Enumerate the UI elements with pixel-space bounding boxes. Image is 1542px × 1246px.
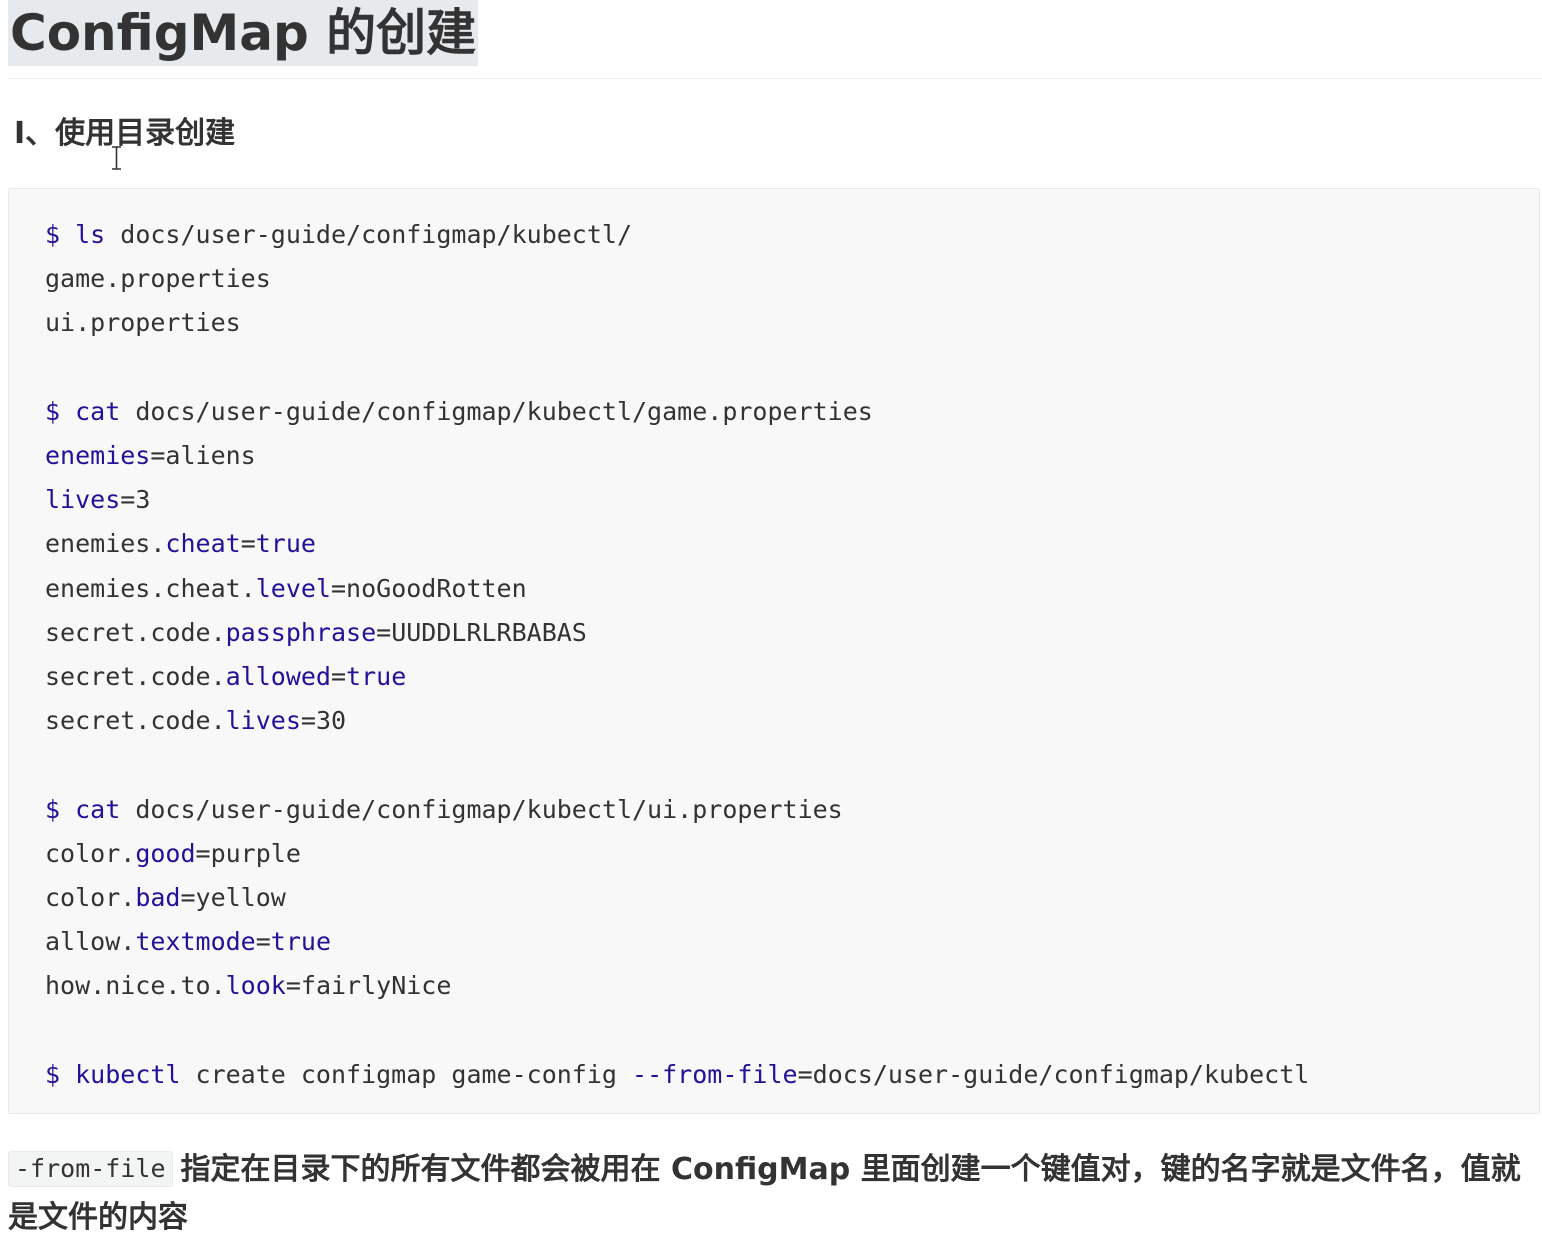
code-token: color. bbox=[45, 838, 136, 868]
code-token-keyword: textmode bbox=[135, 927, 256, 957]
text-cursor-icon bbox=[112, 146, 121, 170]
code-token: =3 bbox=[120, 485, 151, 515]
code-token: ui.properties bbox=[45, 308, 241, 338]
document-page: ConfigMap 的创建 I、使用目录创建 $ ls docs/user-gu… bbox=[0, 0, 1542, 1246]
code-token: allow. bbox=[45, 927, 136, 957]
code-token-keyword: cat bbox=[75, 396, 121, 426]
code-line: color.bad=yellow bbox=[45, 876, 286, 920]
code-token: = bbox=[150, 441, 166, 470]
code-token-keyword: true bbox=[346, 662, 407, 691]
code-line: enemies.cheat.level=noGoodRotten bbox=[45, 567, 527, 611]
code-token: =UUDDLRLRBABAS bbox=[376, 617, 587, 647]
code-token-keyword: ls bbox=[75, 220, 106, 249]
code-token: = bbox=[240, 529, 256, 559]
code-line: $ ls docs/user-guide/configmap/kubectl/ bbox=[45, 213, 632, 257]
code-line: lives=3 bbox=[45, 478, 150, 522]
code-token: =30 bbox=[300, 706, 347, 736]
code-token: =fairlyNice bbox=[285, 971, 452, 1001]
code-line: $ kubectl create configmap game-config -… bbox=[45, 1053, 1309, 1097]
description-text: 指定在目录下的所有文件都会被用在 ConfigMap 里面创建一个键值对，键的名… bbox=[8, 1152, 1521, 1235]
section-heading: I、使用目录创建 bbox=[14, 116, 236, 151]
code-token: = bbox=[255, 927, 271, 957]
code-line: enemies.cheat=true bbox=[45, 522, 316, 566]
code-token-keyword: true bbox=[270, 927, 332, 957]
code-line: how.nice.to.look=fairlyNice bbox=[45, 964, 451, 1008]
description-paragraph: -from-file 指定在目录下的所有文件都会被用在 ConfigMap 里面创… bbox=[8, 1146, 1538, 1242]
code-token-keyword: good bbox=[135, 838, 196, 868]
code-block[interactable]: $ ls docs/user-guide/configmap/kubectl/g… bbox=[8, 188, 1540, 1114]
code-line: $ cat docs/user-guide/configmap/kubectl/… bbox=[45, 390, 873, 434]
code-token-keyword: passphrase bbox=[225, 617, 377, 647]
code-token: docs/user-guide/configmap/kubectl/ bbox=[105, 220, 633, 249]
code-token-keyword: enemies bbox=[45, 441, 151, 470]
code-token: secret.code. bbox=[45, 706, 226, 736]
inline-code-from-file: -from-file bbox=[8, 1151, 173, 1187]
code-token-keyword: $ bbox=[45, 220, 76, 249]
code-line: color.good=purple bbox=[45, 832, 301, 876]
code-token: how.nice.to. bbox=[45, 971, 226, 1001]
code-token-keyword: $ bbox=[45, 396, 76, 426]
code-token: create configmap game-config bbox=[180, 1059, 633, 1089]
code-line: secret.code.allowed=true bbox=[45, 655, 406, 699]
code-token: =noGoodRotten bbox=[330, 573, 527, 603]
code-token: game.properties bbox=[45, 264, 271, 294]
code-token: secret.code. bbox=[45, 617, 226, 647]
code-token: enemies. bbox=[45, 529, 166, 559]
page-title[interactable]: ConfigMap 的创建 bbox=[8, 0, 479, 66]
code-token-keyword: $ bbox=[45, 794, 76, 824]
code-token-keyword: allowed bbox=[225, 662, 331, 691]
code-token: =docs/user-guide/configmap/kubectl bbox=[797, 1059, 1310, 1089]
code-token-keyword: bad bbox=[135, 883, 181, 912]
code-token: docs/user-guide/configmap/kubectl/ui.pro… bbox=[120, 794, 843, 824]
code-token-keyword: kubectl bbox=[75, 1059, 181, 1089]
code-token: enemies.cheat. bbox=[45, 573, 256, 603]
code-token-keyword: true bbox=[255, 529, 316, 559]
code-token-keyword: $ bbox=[45, 1059, 76, 1089]
code-token-keyword: cat bbox=[75, 794, 121, 824]
code-line: game.properties bbox=[45, 257, 271, 301]
code-token: =purple bbox=[195, 838, 301, 868]
code-token-keyword: cheat bbox=[165, 529, 241, 559]
code-token: secret.code. bbox=[45, 662, 226, 691]
code-line: ui.properties bbox=[45, 301, 241, 345]
code-token-keyword: level bbox=[255, 573, 331, 603]
code-token: =yellow bbox=[180, 883, 286, 912]
title-divider bbox=[8, 78, 1542, 79]
code-token: color. bbox=[45, 883, 136, 912]
code-line: enemies=aliens bbox=[45, 434, 256, 478]
code-line: secret.code.lives=30 bbox=[45, 699, 346, 743]
code-token-keyword: --from-file bbox=[632, 1059, 798, 1089]
code-token: docs/user-guide/configmap/kubectl/game.p… bbox=[120, 396, 873, 426]
code-token: = bbox=[330, 662, 347, 691]
code-line: $ cat docs/user-guide/configmap/kubectl/… bbox=[45, 788, 843, 832]
code-line: allow.textmode=true bbox=[45, 920, 331, 964]
code-token-keyword: lives bbox=[45, 485, 121, 515]
code-line: secret.code.passphrase=UUDDLRLRBABAS bbox=[45, 611, 587, 655]
code-token-keyword: lives bbox=[225, 706, 301, 736]
code-token: aliens bbox=[165, 441, 256, 470]
title-wrap: ConfigMap 的创建 bbox=[8, 0, 479, 66]
code-token-keyword: look bbox=[225, 971, 286, 1001]
